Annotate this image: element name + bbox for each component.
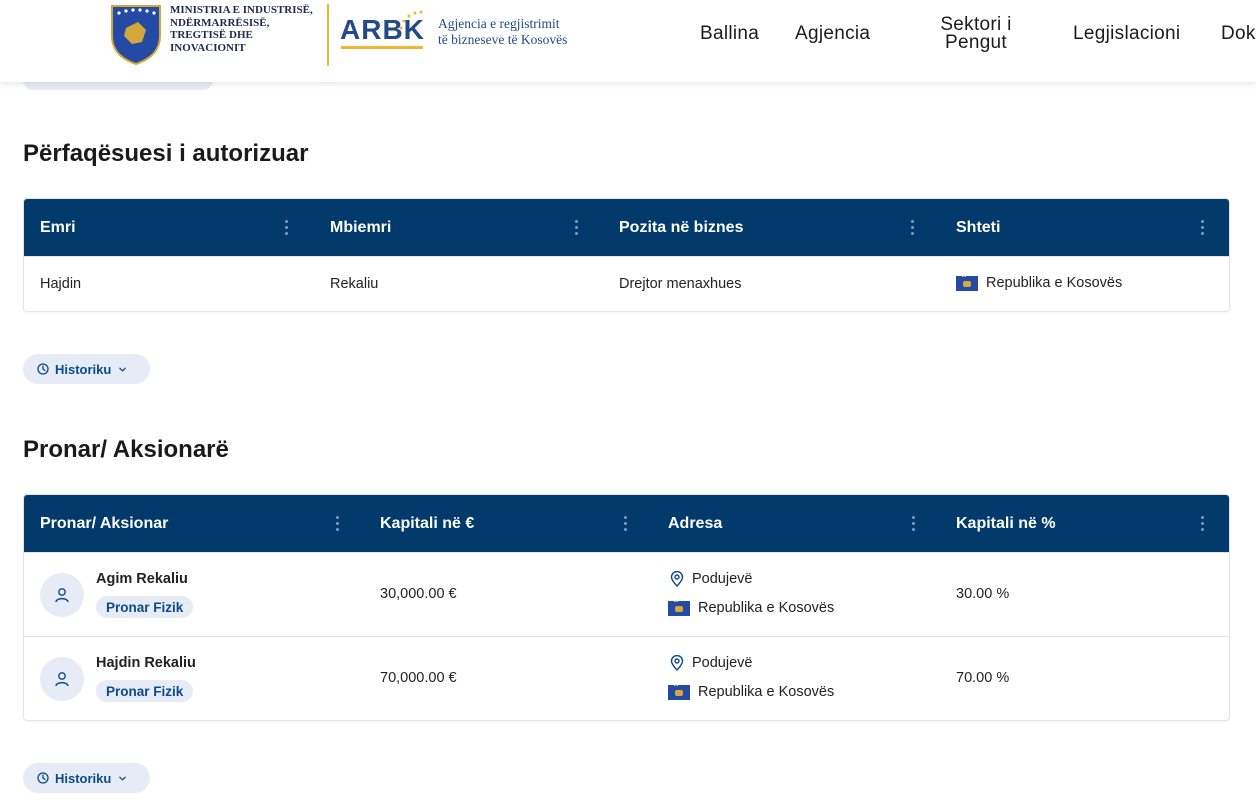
- kebab-vertical-icon[interactable]: [1201, 516, 1205, 532]
- kosovo-flag-icon: [668, 597, 690, 616]
- cell-country: Republika e Kosovës: [668, 681, 835, 700]
- kosovo-flag-icon: [668, 681, 690, 700]
- history-button[interactable]: Historiku: [23, 354, 150, 384]
- table-row: Agim Rekaliu Pronar Fizik 30,000.00 € Po…: [24, 552, 1229, 636]
- owners-table: Pronar/ Aksionar Kapitali në € Adresa Ka…: [23, 494, 1230, 721]
- nav-ballina[interactable]: Ballina: [700, 24, 759, 43]
- kebab-vertical-icon[interactable]: [624, 516, 628, 532]
- table-header: Pronar/ Aksionar Kapitali në € Adresa Ka…: [24, 495, 1229, 552]
- nav-sektori-i-pengut[interactable]: Sektori i Pengut: [935, 15, 1017, 52]
- cell-city: Podujevë: [668, 571, 753, 588]
- ministry-line: MINISTRIA E INDUSTRISË,: [170, 4, 313, 16]
- history-button[interactable]: Historiku: [23, 763, 150, 793]
- owner-name: Hajdin Rekaliu: [96, 655, 196, 671]
- map-pin-icon: [670, 655, 684, 672]
- column-header-kapitali-perqind[interactable]: Kapitali në %: [956, 495, 1056, 552]
- kebab-vertical-icon[interactable]: [336, 516, 340, 532]
- cell-mbiemri: Rekaliu: [330, 276, 379, 292]
- column-header-emri[interactable]: Emri: [40, 199, 76, 256]
- agency-name: Agjencia e regjistrimit të bizneseve të …: [438, 16, 567, 48]
- owner-type-badge: Pronar Fizik: [96, 680, 194, 702]
- country-name: Republika e Kosovës: [698, 684, 835, 700]
- clock-icon: [37, 363, 49, 375]
- city-name: Podujevë: [692, 655, 753, 671]
- user-icon: [55, 588, 69, 603]
- nav-legjislacioni[interactable]: Legjislacioni: [1073, 24, 1180, 43]
- cell-city: Podujevë: [668, 655, 753, 672]
- column-header-adresa[interactable]: Adresa: [668, 495, 722, 552]
- cell-percent: 70.00 %: [956, 670, 1010, 686]
- ministry-line: INOVACIONIT: [170, 41, 246, 54]
- avatar: [40, 657, 84, 701]
- ministry-line: NDËRMARRËSISË,: [170, 16, 270, 29]
- city-name: Podujevë: [692, 571, 753, 587]
- kosovo-flag-icon: [956, 272, 978, 291]
- cell-emri: Hajdin: [40, 276, 82, 292]
- owners-title: Pronar/ Aksionarë: [23, 436, 229, 463]
- clock-icon: [37, 772, 49, 784]
- chevron-down-icon: [119, 367, 127, 372]
- ministry-line: TREGTISË DHE: [170, 29, 253, 41]
- user-icon: [55, 672, 69, 687]
- nav-dokumente[interactable]: Dok: [1221, 24, 1256, 43]
- kosovo-coat-of-arms-icon: [111, 5, 161, 66]
- cell-shteti: Republika e Kosovës: [956, 272, 1123, 291]
- kebab-vertical-icon[interactable]: [285, 220, 289, 236]
- country-name: Republika e Kosovës: [698, 600, 835, 616]
- ministry-name: MINISTRIA E INDUSTRISË, NDËRMARRËSISË, T…: [170, 4, 330, 54]
- history-label: Historiku: [55, 770, 112, 786]
- column-header-pronar[interactable]: Pronar/ Aksionar: [40, 495, 168, 552]
- table-row: Hajdin Rekaliu Drejtor menaxhues Republi…: [24, 256, 1229, 311]
- logo-divider: [327, 4, 329, 66]
- country-name: Republika e Kosovës: [986, 275, 1123, 291]
- kebab-vertical-icon[interactable]: [911, 220, 915, 236]
- chevron-down-icon: [119, 776, 127, 781]
- table-header: Emri Mbiemri Pozita në biznes Shteti: [24, 199, 1229, 256]
- kebab-vertical-icon[interactable]: [575, 220, 579, 236]
- column-header-kapitali-eur[interactable]: Kapitali në €: [380, 495, 474, 552]
- table-row: Hajdin Rekaliu Pronar Fizik 70,000.00 € …: [24, 636, 1229, 720]
- kebab-vertical-icon[interactable]: [912, 516, 916, 532]
- column-header-pozita[interactable]: Pozita në biznes: [619, 199, 743, 256]
- cell-capital: 70,000.00 €: [380, 670, 457, 686]
- agency-line: Agjencia e regjistrimit: [438, 16, 560, 31]
- owner-name: Agim Rekaliu: [96, 571, 188, 587]
- site-header: MINISTRIA E INDUSTRISË, NDËRMARRËSISË, T…: [0, 0, 1256, 82]
- representative-table: Emri Mbiemri Pozita në biznes Shteti Haj…: [23, 198, 1230, 312]
- cell-pozita: Drejtor menaxhues: [619, 276, 742, 292]
- cell-country: Republika e Kosovës: [668, 597, 835, 616]
- arbk-logo-underline: [341, 46, 423, 49]
- map-pin-icon: [670, 571, 684, 588]
- avatar: [40, 573, 84, 617]
- column-header-shteti[interactable]: Shteti: [956, 199, 1000, 256]
- agency-line: të bizneseve të Kosovës: [438, 32, 568, 47]
- owner-type-badge: Pronar Fizik: [96, 596, 194, 618]
- cell-percent: 30.00 %: [956, 586, 1010, 602]
- representative-title: Përfaqësuesi i autorizuar: [23, 140, 309, 167]
- cell-capital: 30,000.00 €: [380, 586, 457, 602]
- arbk-stars-icon: [399, 10, 423, 30]
- kebab-vertical-icon[interactable]: [1201, 220, 1205, 236]
- nav-agjencia[interactable]: Agjencia: [795, 24, 870, 43]
- column-header-mbiemri[interactable]: Mbiemri: [330, 199, 391, 256]
- history-label: Historiku: [55, 361, 112, 377]
